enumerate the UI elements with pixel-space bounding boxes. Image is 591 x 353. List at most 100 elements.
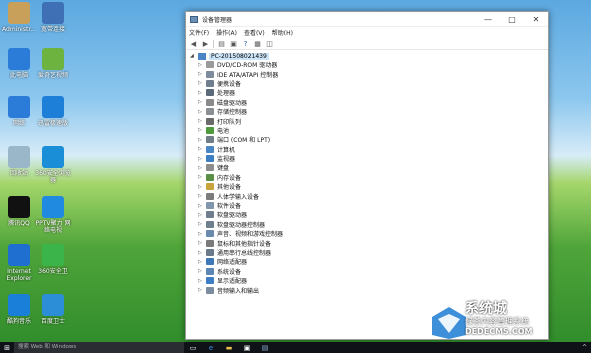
- device-category-item[interactable]: ▷ 存储控制器: [198, 107, 544, 116]
- forward-arrow-icon[interactable]: ▶: [201, 39, 210, 48]
- device-category-label: 网络适配器: [217, 259, 248, 267]
- tree-view-icon[interactable]: ▤: [217, 39, 226, 48]
- tree-root[interactable]: ◢ PC-201508021439: [190, 52, 544, 60]
- device-category-item[interactable]: ▷ 系统设备: [198, 267, 544, 276]
- device-category-item[interactable]: ▷ 显示适配器: [198, 276, 544, 285]
- expand-chevron-icon[interactable]: ▷: [198, 184, 206, 190]
- expand-chevron-icon[interactable]: ▷: [198, 174, 206, 180]
- desktop-icon[interactable]: 迅雷极速版: [35, 96, 71, 127]
- desktop-icon-label: 腾讯QQ: [8, 220, 30, 227]
- expand-chevron-icon[interactable]: ▷: [198, 250, 206, 256]
- expand-chevron-icon[interactable]: ▷: [198, 62, 206, 68]
- device-category-item[interactable]: ▷ 电池: [198, 126, 544, 135]
- device-category-icon: [206, 108, 214, 116]
- desktop-icon[interactable]: 回收站: [1, 146, 37, 177]
- expand-chevron-icon[interactable]: ▷: [198, 90, 206, 96]
- task-view-icon[interactable]: ▭: [184, 342, 202, 353]
- expand-chevron-icon[interactable]: ▷: [198, 259, 206, 265]
- search-box[interactable]: 搜索 Web 和 Windows: [14, 342, 184, 353]
- desktop-icon-label: 回收站: [9, 170, 28, 177]
- desktop-icon[interactable]: Internet Explorer: [1, 244, 37, 282]
- device-category-item[interactable]: ▷ 键盘: [198, 163, 544, 172]
- tray-arrow-icon[interactable]: ^: [582, 344, 587, 351]
- desktop-icon[interactable]: 爱奇艺视频: [35, 48, 71, 79]
- desktop-icon[interactable]: 此电脑: [1, 48, 37, 79]
- menu-view[interactable]: 查看(V): [244, 28, 265, 37]
- close-button[interactable]: ✕: [524, 12, 548, 27]
- device-category-item[interactable]: ▷ 软件设备: [198, 201, 544, 210]
- desktop-icon[interactable]: 360安全卫: [35, 244, 71, 275]
- device-category-item[interactable]: ▷ 便携设备: [198, 79, 544, 88]
- expand-chevron-icon[interactable]: ▷: [198, 212, 206, 218]
- device-category-item[interactable]: ▷ 人体学输入设备: [198, 191, 544, 201]
- expand-chevron-icon[interactable]: ▷: [198, 165, 206, 171]
- device-category-icon: [206, 89, 214, 97]
- expand-chevron-icon[interactable]: ▷: [198, 156, 206, 162]
- expand-chevron-icon[interactable]: ▷: [198, 99, 206, 105]
- expand-chevron-icon[interactable]: ▷: [198, 71, 206, 77]
- expand-chevron-icon[interactable]: ▷: [198, 287, 206, 293]
- device-manager-task-icon[interactable]: ▤: [256, 342, 274, 353]
- device-category-item[interactable]: ▷ 音频输入和输出: [198, 285, 544, 295]
- recycle-icon: [8, 146, 30, 168]
- device-category-item[interactable]: ▷ 磁盘驱动器: [198, 98, 544, 107]
- expand-chevron-icon[interactable]: ▷: [198, 193, 206, 199]
- device-category-label: IDE ATA/ATAPI 控制器: [217, 71, 279, 79]
- title-bar[interactable]: 设备管理器 — □ ✕: [186, 12, 548, 27]
- desktop-icon[interactable]: PPTV聚力 网络电视: [35, 196, 71, 234]
- device-category-item[interactable]: ▷ IDE ATA/ATAPI 控制器: [198, 69, 544, 79]
- device-category-item[interactable]: ▷ 软盘驱动器: [198, 210, 544, 219]
- expand-chevron-icon[interactable]: ▷: [198, 109, 206, 115]
- device-category-item[interactable]: ▷ DVD/CD-ROM 驱动器: [198, 60, 544, 69]
- file-explorer-icon[interactable]: ▬: [220, 342, 238, 353]
- expand-chevron-icon[interactable]: ▷: [198, 278, 206, 284]
- device-category-item[interactable]: ▷ 端口 (COM 和 LPT): [198, 135, 544, 144]
- device-category-item[interactable]: ▷ 打印队列: [198, 116, 544, 126]
- device-category-label: 通用串行总线控制器: [217, 250, 272, 257]
- menu-action[interactable]: 操作(A): [216, 28, 237, 37]
- back-arrow-icon[interactable]: ◀: [189, 39, 198, 48]
- expand-chevron-icon[interactable]: ▷: [198, 268, 206, 274]
- computer-icon: [42, 2, 64, 24]
- maximize-button[interactable]: □: [500, 12, 524, 27]
- desktop-icon[interactable]: 网络: [1, 96, 37, 127]
- device-category-item[interactable]: ▷ 内存设备: [198, 173, 544, 182]
- expand-chevron-icon[interactable]: ▷: [198, 137, 206, 143]
- device-category-item[interactable]: ▷ 处理器: [198, 88, 544, 97]
- desktop-icon[interactable]: 腾讯QQ: [1, 196, 37, 227]
- expand-chevron-icon[interactable]: ▷: [198, 146, 206, 152]
- desktop-icon[interactable]: 酷狗音乐: [1, 294, 37, 325]
- expand-chevron-icon[interactable]: ▷: [198, 240, 206, 246]
- device-category-item[interactable]: ▷ 其他设备: [198, 182, 544, 191]
- expand-chevron-icon[interactable]: ▷: [198, 80, 206, 86]
- desktop-icon[interactable]: 宽带连接: [35, 2, 71, 33]
- desktop-icon[interactable]: 百度卫士: [35, 294, 71, 325]
- expand-chevron-icon[interactable]: ▷: [198, 118, 206, 124]
- scan-hardware-icon[interactable]: ◫: [265, 39, 274, 48]
- minimize-button[interactable]: —: [476, 12, 500, 27]
- menu-help[interactable]: 帮助(H): [272, 28, 293, 37]
- device-category-item[interactable]: ▷ 监视器: [198, 154, 544, 163]
- expand-chevron-icon[interactable]: ▷: [198, 221, 206, 227]
- desktop-icon[interactable]: Administr...: [1, 2, 37, 33]
- device-category-item[interactable]: ▷ 鼠标和其他指针设备: [198, 238, 544, 248]
- store-icon[interactable]: ▣: [238, 342, 256, 353]
- device-category-item[interactable]: ▷ 计算机: [198, 145, 544, 154]
- expand-chevron-icon[interactable]: ▷: [198, 203, 206, 209]
- collapse-chevron-icon[interactable]: ◢: [190, 53, 198, 59]
- properties-icon[interactable]: ▣: [229, 39, 238, 48]
- start-button[interactable]: ⊞: [0, 342, 14, 353]
- device-category-item[interactable]: ▷ 声音、视频和游戏控制器: [198, 229, 544, 238]
- device-category-item[interactable]: ▷ 通用串行总线控制器: [198, 248, 544, 257]
- device-category-item[interactable]: ▷ 软盘驱动器控制器: [198, 220, 544, 229]
- desktop: Administr... 宽带连接此电脑 爱奇艺视频网络 迅雷极速版回收站 360安全浏…: [0, 0, 591, 353]
- desktop-icon[interactable]: 360安全浏览器: [35, 146, 71, 184]
- help-icon[interactable]: ?: [241, 39, 250, 48]
- expand-chevron-icon[interactable]: ▷: [198, 231, 206, 237]
- menu-file[interactable]: 文件(F): [189, 28, 209, 37]
- edge-icon[interactable]: e: [202, 342, 220, 353]
- device-category-item[interactable]: ▷ 网络适配器: [198, 257, 544, 266]
- device-list-icon[interactable]: ▦: [253, 39, 262, 48]
- expand-chevron-icon[interactable]: ▷: [198, 127, 206, 133]
- device-category-label: 便携设备: [217, 80, 242, 88]
